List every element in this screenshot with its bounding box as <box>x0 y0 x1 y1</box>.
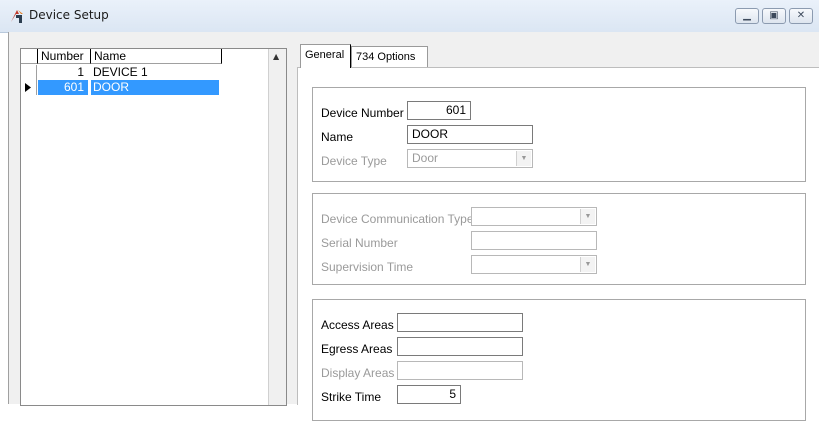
row-number: 1 <box>77 65 84 79</box>
row-name: DEVICE 1 <box>93 65 148 79</box>
table-row[interactable]: 1 DEVICE 1 <box>21 65 271 80</box>
app-icon <box>11 10 23 23</box>
grid-header: Number Name <box>21 49 271 65</box>
table-row-selected[interactable]: 601 DOOR <box>21 80 271 95</box>
chevron-down-icon: ▼ <box>580 209 595 224</box>
device-type-select: Door ▼ <box>407 149 533 168</box>
name-field[interactable]: DOOR <box>407 125 533 144</box>
egress-areas-label: Egress Areas <box>321 342 393 356</box>
row-number: 601 <box>38 80 88 95</box>
communication-group: Device Communication Type ▼ Serial Numbe… <box>312 193 806 285</box>
chevron-down-icon: ▼ <box>580 257 595 272</box>
supervision-time-label: Supervision Time <box>321 260 414 274</box>
comm-type-label: Device Communication Type <box>321 212 474 226</box>
tab-734-options[interactable]: 734 Options <box>351 46 428 67</box>
title-bar: Device Setup ▁ ▣ ✕ <box>0 0 819 33</box>
name-label: Name <box>321 130 354 144</box>
minimize-button[interactable]: ▁ <box>735 8 759 24</box>
indicator-header <box>21 49 38 64</box>
device-type-label: Device Type <box>321 154 387 168</box>
strike-time-label: Strike Time <box>321 390 382 404</box>
close-icon: ✕ <box>796 10 806 21</box>
row-indicator <box>21 80 37 95</box>
serial-number-field <box>471 231 597 250</box>
column-header-number[interactable]: Number <box>38 49 91 64</box>
supervision-time-select: ▼ <box>471 255 597 274</box>
device-number-label: Device Number <box>321 106 404 120</box>
device-number-field[interactable]: 601 <box>407 101 471 120</box>
general-tab-panel: Device Number 601 Name DOOR Device Type … <box>297 67 819 421</box>
areas-group: Access Areas Egress Areas Display Areas … <box>312 299 806 421</box>
display-areas-label: Display Areas <box>321 366 395 380</box>
scroll-up-arrow-icon[interactable]: ▲ <box>273 52 279 61</box>
display-areas-field <box>397 361 523 380</box>
egress-areas-field[interactable] <box>397 337 523 356</box>
serial-number-label: Serial Number <box>321 236 398 250</box>
comm-type-select: ▼ <box>471 207 597 226</box>
maximize-button[interactable]: ▣ <box>762 8 786 24</box>
current-row-arrow-icon <box>25 83 31 92</box>
row-name: DOOR <box>91 80 219 95</box>
access-areas-label: Access Areas <box>321 318 394 332</box>
device-grid[interactable]: Number Name 1 DEVICE 1 601 DOOR ▲ <box>20 48 287 406</box>
access-areas-field[interactable] <box>397 313 523 332</box>
strike-time-field[interactable]: 5 <box>397 385 461 404</box>
tab-general[interactable]: General <box>300 44 351 68</box>
grid-scrollbar[interactable]: ▲ <box>268 49 286 405</box>
restore-icon: ▣ <box>769 10 779 21</box>
row-indicator <box>21 65 37 80</box>
column-header-name[interactable]: Name <box>91 49 222 64</box>
close-button[interactable]: ✕ <box>789 8 813 24</box>
window-title: Device Setup <box>29 8 109 22</box>
device-identity-group: Device Number 601 Name DOOR Device Type … <box>312 87 806 182</box>
chevron-down-icon: ▼ <box>516 151 531 166</box>
minimize-icon: ▁ <box>743 10 751 21</box>
device-type-value: Door <box>412 151 439 165</box>
